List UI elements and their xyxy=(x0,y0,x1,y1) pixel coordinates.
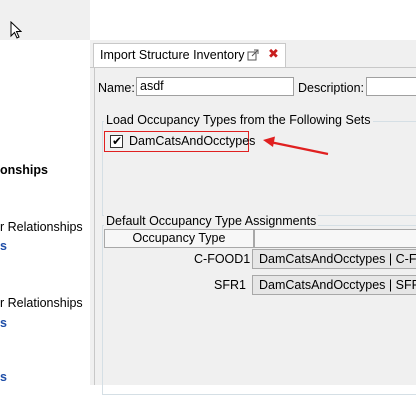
name-field[interactable]: asdf xyxy=(136,77,294,96)
mouse-cursor-icon xyxy=(10,21,22,39)
occupancy-type-select-c-food1[interactable]: DamCatsAndOcctypes | C-FOOD1 xyxy=(252,249,416,269)
left-item-relationships[interactable]: onships xyxy=(0,163,48,177)
left-item-relationships-3[interactable]: r Relationships xyxy=(0,296,83,310)
value-column-header[interactable] xyxy=(254,229,416,248)
left-navigation-pane: onships r Relationships s r Relationship… xyxy=(0,40,91,384)
damcats-checkbox-label[interactable]: DamCatsAndOcctypes xyxy=(129,134,255,148)
tab-title: Import Structure Inventory xyxy=(100,48,245,62)
description-label: Description: xyxy=(298,81,364,95)
default-assignments-group-title: Default Occupancy Type Assignments xyxy=(104,214,319,228)
left-item-sub-2[interactable]: s xyxy=(0,316,7,330)
damcats-checkbox[interactable]: ✔ xyxy=(110,134,123,148)
annotation-arrow-icon xyxy=(263,136,329,156)
row-label-sfr1: SFR1 xyxy=(214,278,246,292)
close-icon[interactable]: ✖ xyxy=(268,46,279,62)
description-field[interactable] xyxy=(366,77,416,96)
import-structure-inventory-panel: Name: asdf Description: Load Occupancy T… xyxy=(90,67,416,395)
occupancy-type-select-sfr1[interactable]: DamCatsAndOcctypes | SFR1 xyxy=(252,275,416,295)
left-item-sub-1[interactable]: s xyxy=(0,239,7,253)
occupancy-type-column-header[interactable]: Occupancy Type xyxy=(104,229,254,248)
left-item-sub-3[interactable]: s xyxy=(0,370,7,384)
row-label-c-food1: C-FOOD1 xyxy=(194,252,251,266)
popout-icon[interactable] xyxy=(247,49,259,61)
name-label: Name: xyxy=(98,81,135,95)
tab-import-structure-inventory[interactable]: Import Structure Inventory ✖ xyxy=(93,43,286,67)
checkmark-icon: ✔ xyxy=(112,134,123,148)
panel-border xyxy=(94,68,95,385)
left-item-relationships-2[interactable]: r Relationships xyxy=(0,220,83,234)
occupancy-sets-group-title: Load Occupancy Types from the Following … xyxy=(104,113,373,127)
